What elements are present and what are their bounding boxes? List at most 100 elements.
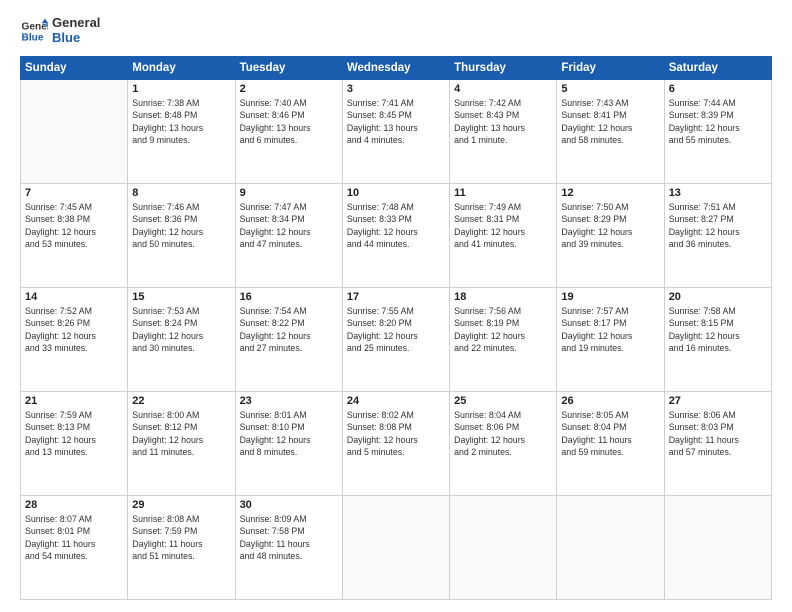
calendar-cell: 23 Sunrise: 8:01 AM Sunset: 8:10 PM Dayli… [235, 391, 342, 495]
calendar-week-row: 14 Sunrise: 7:52 AM Sunset: 8:26 PM Dayli… [21, 287, 772, 391]
calendar-cell [342, 495, 449, 599]
calendar-cell: 9 Sunrise: 7:47 AM Sunset: 8:34 PM Daylig… [235, 183, 342, 287]
day-number: 4 [454, 83, 552, 95]
day-number: 29 [132, 499, 230, 511]
logo: General Blue General Blue [20, 16, 100, 46]
day-number: 24 [347, 395, 445, 407]
day-info: Sunrise: 7:57 AM Sunset: 8:17 PM Dayligh… [561, 305, 659, 354]
day-number: 18 [454, 291, 552, 303]
day-info: Sunrise: 7:50 AM Sunset: 8:29 PM Dayligh… [561, 201, 659, 250]
logo-icon: General Blue [20, 17, 48, 45]
day-number: 5 [561, 83, 659, 95]
calendar-cell: 16Sunrise: 7:54 AM Sunset: 8:22 PM Dayli… [235, 287, 342, 391]
day-number: 16 [240, 291, 338, 303]
logo-line2: Blue [52, 31, 100, 46]
day-info: Sunrise: 7:40 AM Sunset: 8:46 PM Dayligh… [240, 97, 338, 146]
day-info: Sunrise: 7:52 AM Sunset: 8:26 PM Dayligh… [25, 305, 123, 354]
calendar-cell [21, 79, 128, 183]
day-number: 9 [240, 187, 338, 199]
calendar-cell: 4 Sunrise: 7:42 AM Sunset: 8:43 PM Daylig… [450, 79, 557, 183]
calendar-cell: 7 Sunrise: 7:45 AM Sunset: 8:38 PM Daylig… [21, 183, 128, 287]
day-number: 20 [669, 291, 767, 303]
day-number: 17 [347, 291, 445, 303]
day-info: Sunrise: 7:48 AM Sunset: 8:33 PM Dayligh… [347, 201, 445, 250]
calendar-cell: 18Sunrise: 7:56 AM Sunset: 8:19 PM Dayli… [450, 287, 557, 391]
day-number: 12 [561, 187, 659, 199]
weekday-header-wednesday: Wednesday [342, 56, 449, 79]
day-number: 3 [347, 83, 445, 95]
day-number: 1 [132, 83, 230, 95]
calendar-cell: 28 Sunrise: 8:07 AM Sunset: 8:01 PM Dayli… [21, 495, 128, 599]
day-info: Sunrise: 7:58 AM Sunset: 8:15 PM Dayligh… [669, 305, 767, 354]
day-number: 26 [561, 395, 659, 407]
day-info: Sunrise: 7:51 AM Sunset: 8:27 PM Dayligh… [669, 201, 767, 250]
calendar-cell: 19 Sunrise: 7:57 AM Sunset: 8:17 PM Dayli… [557, 287, 664, 391]
day-info: Sunrise: 8:01 AM Sunset: 8:10 PM Dayligh… [240, 409, 338, 458]
calendar-cell [664, 495, 771, 599]
day-number: 8 [132, 187, 230, 199]
day-number: 23 [240, 395, 338, 407]
day-number: 21 [25, 395, 123, 407]
day-info: Sunrise: 8:06 AM Sunset: 8:03 PM Dayligh… [669, 409, 767, 458]
day-number: 2 [240, 83, 338, 95]
day-number: 25 [454, 395, 552, 407]
day-number: 11 [454, 187, 552, 199]
day-info: Sunrise: 8:05 AM Sunset: 8:04 PM Dayligh… [561, 409, 659, 458]
calendar-cell: 30Sunrise: 8:09 AM Sunset: 7:58 PM Dayli… [235, 495, 342, 599]
day-number: 22 [132, 395, 230, 407]
calendar-cell: 14 Sunrise: 7:52 AM Sunset: 8:26 PM Dayli… [21, 287, 128, 391]
calendar-cell: 17 Sunrise: 7:55 AM Sunset: 8:20 PM Dayli… [342, 287, 449, 391]
day-info: Sunrise: 8:04 AM Sunset: 8:06 PM Dayligh… [454, 409, 552, 458]
calendar-cell: 8 Sunrise: 7:46 AM Sunset: 8:36 PM Daylig… [128, 183, 235, 287]
day-info: Sunrise: 7:45 AM Sunset: 8:38 PM Dayligh… [25, 201, 123, 250]
calendar-cell: 3 Sunrise: 7:41 AM Sunset: 8:45 PM Daylig… [342, 79, 449, 183]
day-number: 19 [561, 291, 659, 303]
day-number: 28 [25, 499, 123, 511]
day-info: Sunrise: 7:47 AM Sunset: 8:34 PM Dayligh… [240, 201, 338, 250]
day-number: 30 [240, 499, 338, 511]
day-info: Sunrise: 7:42 AM Sunset: 8:43 PM Dayligh… [454, 97, 552, 146]
calendar-cell: 10 Sunrise: 7:48 AM Sunset: 8:33 PM Dayli… [342, 183, 449, 287]
svg-text:Blue: Blue [22, 32, 44, 43]
calendar-cell: 20 Sunrise: 7:58 AM Sunset: 8:15 PM Dayli… [664, 287, 771, 391]
calendar-cell: 13Sunrise: 7:51 AM Sunset: 8:27 PM Dayli… [664, 183, 771, 287]
day-info: Sunrise: 7:41 AM Sunset: 8:45 PM Dayligh… [347, 97, 445, 146]
day-info: Sunrise: 7:44 AM Sunset: 8:39 PM Dayligh… [669, 97, 767, 146]
calendar-cell: 24 Sunrise: 8:02 AM Sunset: 8:08 PM Dayli… [342, 391, 449, 495]
calendar-cell: 22 Sunrise: 8:00 AM Sunset: 8:12 PM Dayli… [128, 391, 235, 495]
calendar-cell: 5Sunrise: 7:43 AM Sunset: 8:41 PM Daylig… [557, 79, 664, 183]
day-info: Sunrise: 8:07 AM Sunset: 8:01 PM Dayligh… [25, 513, 123, 562]
calendar-cell: 11 Sunrise: 7:49 AM Sunset: 8:31 PM Dayli… [450, 183, 557, 287]
day-info: Sunrise: 8:08 AM Sunset: 7:59 PM Dayligh… [132, 513, 230, 562]
day-info: Sunrise: 8:02 AM Sunset: 8:08 PM Dayligh… [347, 409, 445, 458]
calendar-cell: 25 Sunrise: 8:04 AM Sunset: 8:06 PM Dayli… [450, 391, 557, 495]
day-info: Sunrise: 7:49 AM Sunset: 8:31 PM Dayligh… [454, 201, 552, 250]
calendar-cell: 15 Sunrise: 7:53 AM Sunset: 8:24 PM Dayli… [128, 287, 235, 391]
calendar-week-row: 28 Sunrise: 8:07 AM Sunset: 8:01 PM Dayli… [21, 495, 772, 599]
day-number: 15 [132, 291, 230, 303]
weekday-header-sunday: Sunday [21, 56, 128, 79]
weekday-header-monday: Monday [128, 56, 235, 79]
weekday-header-saturday: Saturday [664, 56, 771, 79]
weekday-header-tuesday: Tuesday [235, 56, 342, 79]
page-header: General Blue General Blue [20, 16, 772, 46]
calendar-cell: 12 Sunrise: 7:50 AM Sunset: 8:29 PM Dayli… [557, 183, 664, 287]
day-info: Sunrise: 7:53 AM Sunset: 8:24 PM Dayligh… [132, 305, 230, 354]
day-number: 10 [347, 187, 445, 199]
day-number: 6 [669, 83, 767, 95]
calendar-week-row: 1Sunrise: 7:38 AM Sunset: 8:48 PM Daylig… [21, 79, 772, 183]
calendar-cell [557, 495, 664, 599]
calendar-cell: 6 Sunrise: 7:44 AM Sunset: 8:39 PM Daylig… [664, 79, 771, 183]
calendar-cell: 21Sunrise: 7:59 AM Sunset: 8:13 PM Dayli… [21, 391, 128, 495]
day-info: Sunrise: 7:55 AM Sunset: 8:20 PM Dayligh… [347, 305, 445, 354]
day-number: 14 [25, 291, 123, 303]
weekday-header-friday: Friday [557, 56, 664, 79]
day-info: Sunrise: 7:46 AM Sunset: 8:36 PM Dayligh… [132, 201, 230, 250]
calendar-cell: 27Sunrise: 8:06 AM Sunset: 8:03 PM Dayli… [664, 391, 771, 495]
calendar-cell: 1Sunrise: 7:38 AM Sunset: 8:48 PM Daylig… [128, 79, 235, 183]
calendar-cell: 26 Sunrise: 8:05 AM Sunset: 8:04 PM Dayli… [557, 391, 664, 495]
calendar-table: SundayMondayTuesdayWednesdayThursdayFrid… [20, 56, 772, 600]
weekday-header-thursday: Thursday [450, 56, 557, 79]
day-number: 7 [25, 187, 123, 199]
day-info: Sunrise: 8:00 AM Sunset: 8:12 PM Dayligh… [132, 409, 230, 458]
